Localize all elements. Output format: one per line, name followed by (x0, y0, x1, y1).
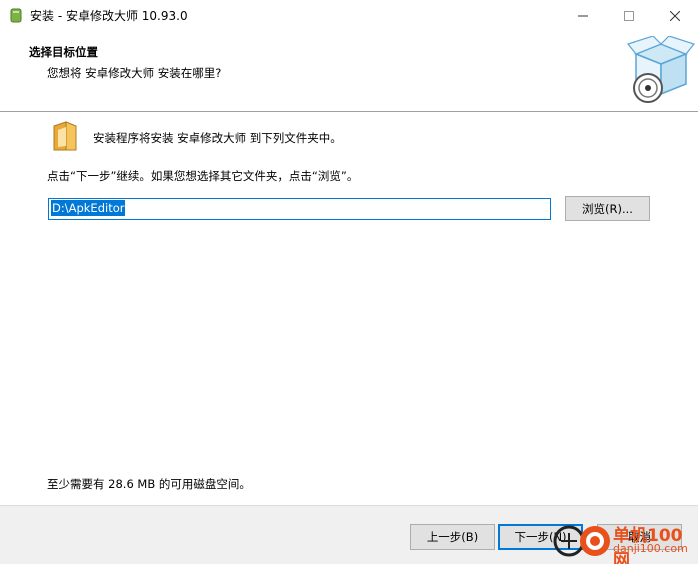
watermark-url: danji100.com (613, 542, 688, 555)
header-divider (0, 111, 698, 112)
minimize-button[interactable] (560, 0, 606, 31)
wizard-header: 选择目标位置 您想将 安卓修改大师 安装在哪里? (0, 31, 698, 111)
install-path-input[interactable]: D:\ApkEditor (48, 198, 551, 220)
page-title: 选择目标位置 (29, 45, 98, 59)
watermark: 单机100网 danji100.com (553, 517, 698, 564)
maximize-button[interactable] (606, 0, 652, 31)
install-message: 安装程序将安装 安卓修改大师 到下列文件夹中。 (93, 131, 342, 145)
window-title: 安装 - 安卓修改大师 10.93.0 (30, 9, 188, 23)
title-bar: 安装 - 安卓修改大师 10.93.0 (0, 0, 698, 31)
page-subtitle: 您想将 安卓修改大师 安装在哪里? (47, 66, 222, 80)
installer-box-icon (626, 36, 696, 103)
watermark-logo-icon (553, 525, 610, 557)
browse-button[interactable]: 浏览(R)... (565, 196, 650, 221)
instruction-text: 点击“下一步”继续。如果您想选择其它文件夹，点击“浏览”。 (47, 169, 359, 183)
back-button[interactable]: 上一步(B) (410, 524, 495, 550)
minimize-icon (578, 15, 588, 16)
maximize-icon (624, 10, 634, 21)
folder-icon (53, 121, 77, 151)
disk-space-text: 至少需要有 28.6 MB 的可用磁盘空间。 (47, 477, 251, 491)
close-button[interactable] (652, 0, 698, 31)
close-icon (670, 10, 680, 21)
install-path-value: D:\ApkEditor (51, 200, 126, 216)
app-icon (10, 8, 22, 23)
